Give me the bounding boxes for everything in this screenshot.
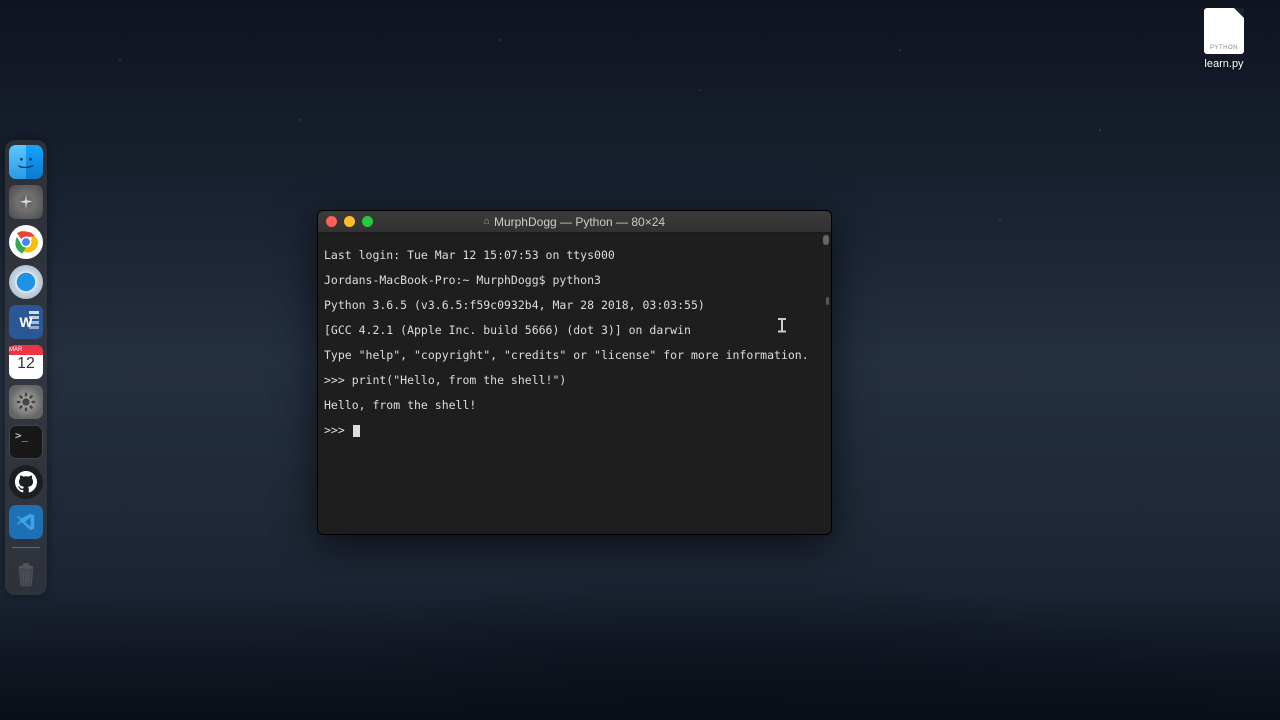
home-folder-icon: ⌂ xyxy=(484,216,490,227)
terminal-cursor xyxy=(353,425,360,437)
terminal-line: Type "help", "copyright", "credits" or "… xyxy=(324,349,825,362)
window-minimize-button[interactable] xyxy=(344,216,355,227)
desktop-file-label: learn.py xyxy=(1196,58,1252,70)
dock: W MAR 12 xyxy=(5,140,47,595)
file-type-badge: PYTHON xyxy=(1207,45,1241,51)
calendar-day-label: 12 xyxy=(9,355,43,373)
terminal-line: Jordans-MacBook-Pro:~ MurphDogg$ python3 xyxy=(324,274,825,287)
dock-chrome-icon[interactable] xyxy=(9,225,43,259)
traffic-lights xyxy=(326,216,373,227)
terminal-scrollbar-mark xyxy=(826,297,829,305)
dock-calendar-icon[interactable]: MAR 12 xyxy=(9,345,43,379)
terminal-line: Hello, from the shell! xyxy=(324,399,825,412)
terminal-line: Last login: Tue Mar 12 15:07:53 on ttys0… xyxy=(324,249,825,262)
terminal-line: [GCC 4.2.1 (Apple Inc. build 5666) (dot … xyxy=(324,324,825,337)
terminal-body[interactable]: Last login: Tue Mar 12 15:07:53 on ttys0… xyxy=(318,233,831,534)
window-maximize-button[interactable] xyxy=(362,216,373,227)
dock-terminal-icon[interactable] xyxy=(9,425,43,459)
terminal-title: ⌂ MurphDogg — Python — 80×24 xyxy=(318,215,831,229)
dock-separator xyxy=(12,547,40,548)
terminal-scrollbar-thumb[interactable] xyxy=(823,235,829,245)
calendar-month-label: MAR xyxy=(9,345,43,355)
terminal-titlebar[interactable]: ⌂ MurphDogg — Python — 80×24 xyxy=(318,211,831,233)
dock-finder-icon[interactable] xyxy=(9,145,43,179)
terminal-line: Python 3.6.5 (v3.6.5:f59c0932b4, Mar 28 … xyxy=(324,299,825,312)
terminal-prompt-line: >>> xyxy=(324,424,825,437)
terminal-line: >>> print("Hello, from the shell!") xyxy=(324,374,825,387)
desktop-file-learn-py[interactable]: PYTHON learn.py xyxy=(1196,8,1252,70)
dock-word-icon[interactable]: W xyxy=(9,305,43,339)
dock-github-icon[interactable] xyxy=(9,465,43,499)
dock-safari-icon[interactable] xyxy=(9,265,43,299)
window-close-button[interactable] xyxy=(326,216,337,227)
python-file-icon: PYTHON xyxy=(1204,8,1244,54)
terminal-title-text: MurphDogg — Python — 80×24 xyxy=(494,215,665,229)
dock-trash-icon[interactable] xyxy=(9,556,43,590)
terminal-window[interactable]: ⌂ MurphDogg — Python — 80×24 Last login:… xyxy=(317,210,832,535)
dock-launchpad-icon[interactable] xyxy=(9,185,43,219)
dock-system-preferences-icon[interactable] xyxy=(9,385,43,419)
terminal-prompt: >>> xyxy=(324,423,352,437)
dock-vscode-icon[interactable] xyxy=(9,505,43,539)
